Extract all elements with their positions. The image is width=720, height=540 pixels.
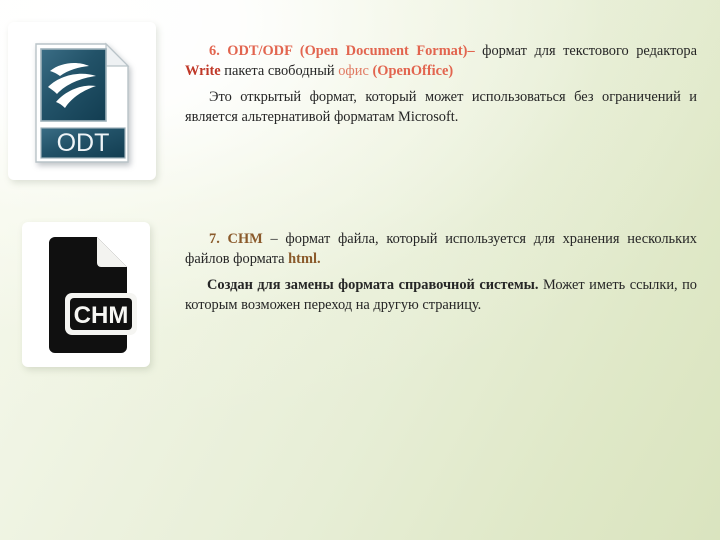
odt-text-b: пакета свободный xyxy=(220,62,339,79)
odt-term-openoffice: (OpenOffice) xyxy=(372,62,454,79)
chm-text-a: – формат файла, который используется для… xyxy=(185,231,697,267)
odt-lead-number: 6. xyxy=(209,43,220,59)
slide-canvas: ODT CHM 6. ODT/ODF (Open Document Format… xyxy=(0,0,720,540)
odt-lead-title: ODT/ODF (Open Document Format) xyxy=(227,43,468,59)
chm-body-bold: Создан для замены формата справочной сис… xyxy=(207,277,539,293)
odt-paragraph-body: Это открытый формат, который может испол… xyxy=(185,89,697,125)
chm-text-block: 7. CHM – формат файла, который используе… xyxy=(185,230,697,316)
chm-lead-title: CHM xyxy=(227,231,263,247)
chm-icon-label: CHM xyxy=(74,302,129,329)
odt-text-block: 6. ODT/ODF (Open Document Format)– форма… xyxy=(185,42,697,128)
odt-paragraph-heading: 6. ODT/ODF (Open Document Format)– форма… xyxy=(185,42,697,81)
chm-paragraph-heading: 7. CHM – формат файла, который используе… xyxy=(185,230,697,269)
odt-text-a: формат для текстового редактора xyxy=(474,43,697,59)
odt-term-office: офис xyxy=(338,62,373,79)
chm-paragraph-body: Создан для замены формата справочной сис… xyxy=(185,276,697,315)
odt-dash: – xyxy=(467,43,475,59)
odt-icon-label: ODT xyxy=(57,129,110,157)
odt-term-write: Write xyxy=(185,62,221,79)
chm-file-icon: CHM xyxy=(31,231,141,358)
chm-term-html: html. xyxy=(288,250,321,267)
chm-lead-number: 7. xyxy=(209,231,228,247)
odt-file-icon: ODT xyxy=(34,42,130,164)
